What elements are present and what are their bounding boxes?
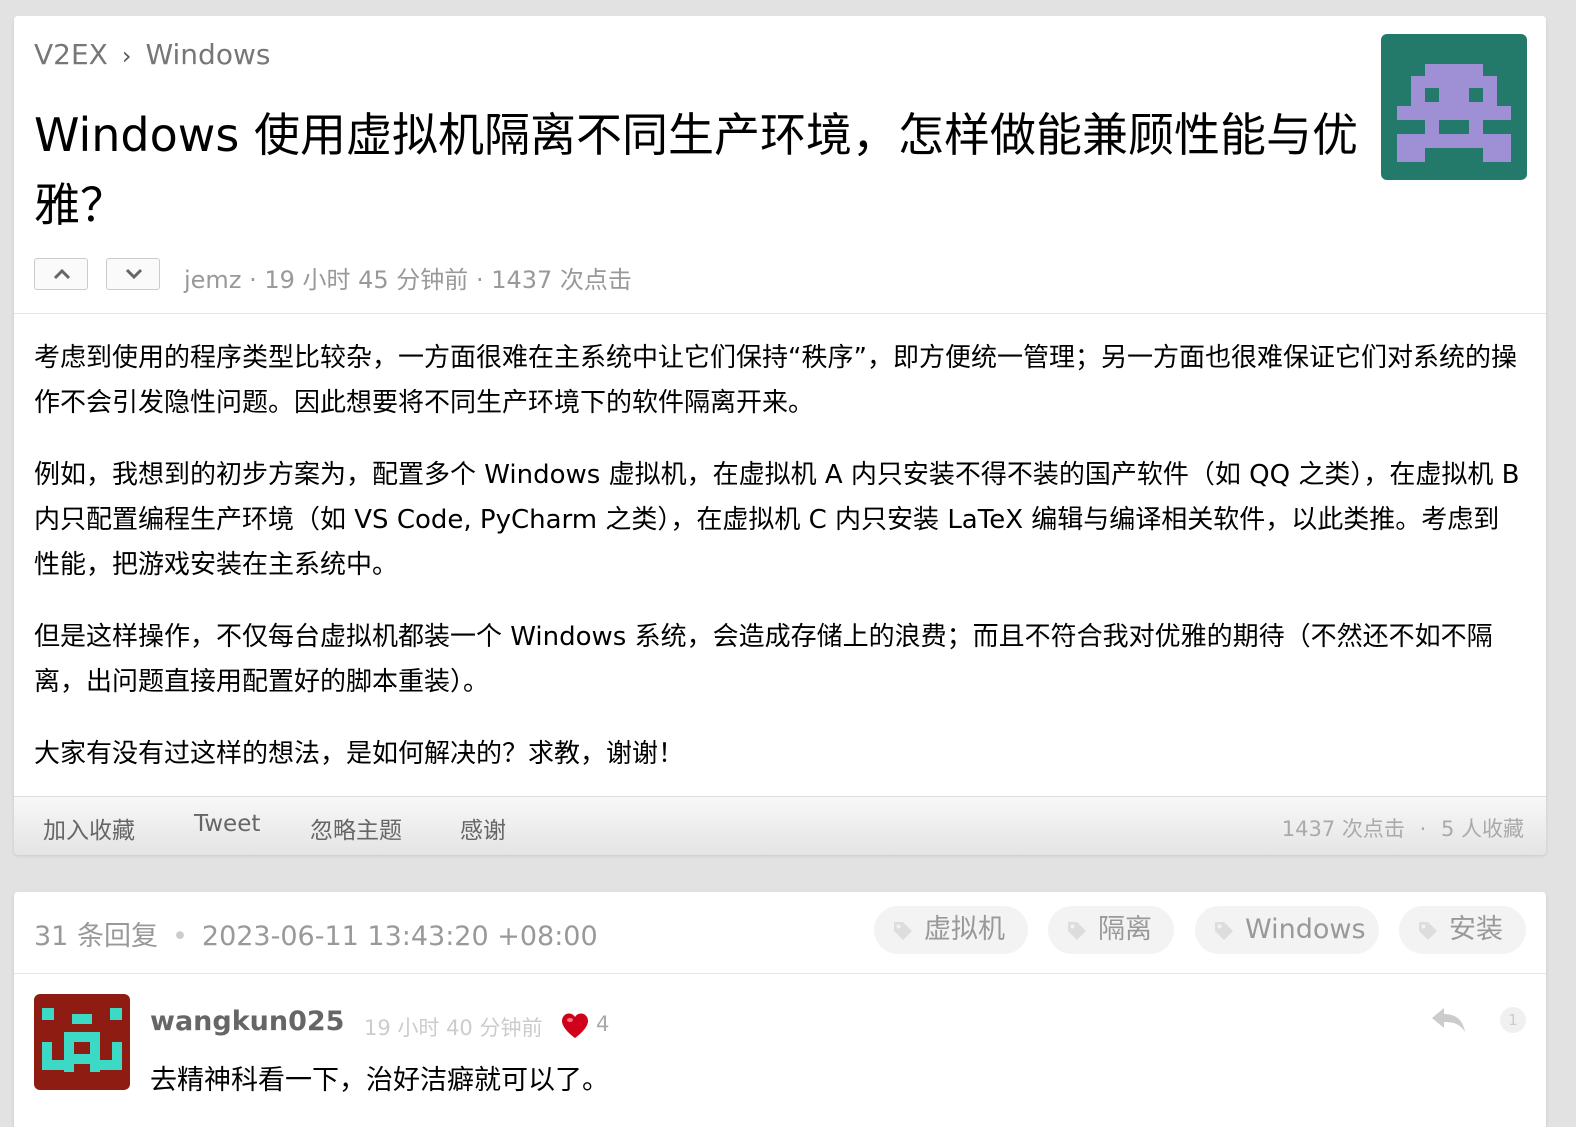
header-divider [14, 313, 1546, 314]
tag-label: 虚拟机 [924, 914, 1005, 945]
tag-install[interactable]: 安装 [1399, 906, 1526, 954]
reply-floor-number: 1 [1500, 1007, 1526, 1033]
tag-isolation[interactable]: 隔离 [1048, 906, 1174, 954]
topic-footer: 加入收藏 Tweet 忽略主题 感谢 1437 次点击 · 5 人收藏 [14, 796, 1546, 855]
breadcrumb-node-link[interactable]: Windows [145, 38, 270, 71]
tag-icon [1419, 922, 1437, 940]
tag-icon [894, 922, 912, 940]
identicon-image [1397, 64, 1511, 162]
tag-label: Windows [1245, 914, 1366, 945]
replies-header: 31 条回复 • 2023-06-11 13:43:20 +08:00 [34, 914, 598, 953]
tag-label: 安装 [1449, 914, 1503, 945]
upvote-button[interactable] [34, 258, 88, 290]
topic-meta: jemz · 19 小时 45 分钟前 · 1437 次点击 [184, 260, 632, 295]
content-paragraph: 考虑到使用的程序类型比较杂，一方面很难在主系统中让它们保持“秩序”，即方便统一管… [34, 343, 1517, 418]
replies-divider [14, 973, 1546, 974]
footer-clicks: 1437 次点击 [1281, 817, 1405, 841]
topic-title: Windows 使用虚拟机隔离不同生产环境，怎样做能兼顾性能与优雅？ [34, 108, 1358, 232]
reply-content: 去精神科看一下，治好洁癖就可以了。 [150, 1065, 609, 1096]
tag-windows[interactable]: Windows [1195, 906, 1379, 954]
reply-icon[interactable] [1428, 1004, 1468, 1034]
heart-icon [562, 1013, 588, 1038]
reply-header-separator: • [171, 921, 188, 952]
content-paragraph: 大家有没有过这样的想法，是如何解决的？求教，谢谢！ [34, 739, 685, 769]
tag-virtual-machine[interactable]: 虚拟机 [874, 906, 1028, 954]
footer-stats: 1437 次点击 · 5 人收藏 [1282, 813, 1524, 843]
breadcrumb-separator: › [121, 42, 132, 70]
replies-box: 31 条回复 • 2023-06-11 13:43:20 +08:00 虚拟机 隔离… [14, 892, 1546, 1127]
ignore-topic-button[interactable]: 忽略主题 [310, 811, 402, 845]
thank-button[interactable]: 感谢 [460, 811, 506, 845]
breadcrumb-site-link[interactable]: V2EX [34, 38, 108, 71]
content-paragraph: 例如，我想到的初步方案为，配置多个 Windows 虚拟机，在虚拟机 A 内只安… [34, 460, 1520, 580]
meta-separator: · [475, 266, 492, 294]
footer-separator: · [1419, 817, 1427, 841]
upvote-icon [53, 268, 71, 280]
downvote-button[interactable] [106, 258, 160, 290]
topic-time: 19 小时 45 分钟前 [264, 266, 469, 294]
tag-label: 隔离 [1098, 914, 1152, 945]
topic-clicks: 1437 次点击 [491, 266, 632, 294]
topic-box: V2EX › Windows Windows 使用虚拟机隔离不同生产环境，怎样做能兼… [14, 16, 1546, 855]
author-link[interactable]: jemz [184, 266, 241, 294]
reply-avatar[interactable] [34, 994, 130, 1090]
meta-separator: · [249, 266, 265, 294]
breadcrumb: V2EX › Windows [34, 38, 270, 71]
tweet-button[interactable]: Tweet [194, 811, 260, 837]
last-reply-date: 2023-06-11 13:43:20 +08:00 [201, 921, 598, 952]
content-paragraph: 但是这样操作，不仅每台虚拟机都装一个 Windows 系统，会造成存储上的浪费；… [34, 622, 1493, 697]
reply-username[interactable]: wangkun025 [150, 1006, 344, 1037]
tag-icon [1215, 922, 1233, 940]
identicon-image [42, 1008, 122, 1072]
reply-time: 19 小时 40 分钟前 [364, 1016, 543, 1040]
reply-count: 31 条回复 [34, 921, 158, 952]
topic-content: 考虑到使用的程序类型比较杂，一方面很难在主系统中让它们保持“秩序”，即方便统一管… [34, 336, 1524, 804]
footer-favorites: 5 人收藏 [1440, 817, 1524, 841]
tag-icon [1068, 922, 1086, 940]
favorite-button[interactable]: 加入收藏 [43, 811, 135, 845]
reply-like-count: 4 [596, 1012, 610, 1036]
author-avatar[interactable] [1381, 34, 1527, 180]
downvote-icon [125, 268, 143, 280]
